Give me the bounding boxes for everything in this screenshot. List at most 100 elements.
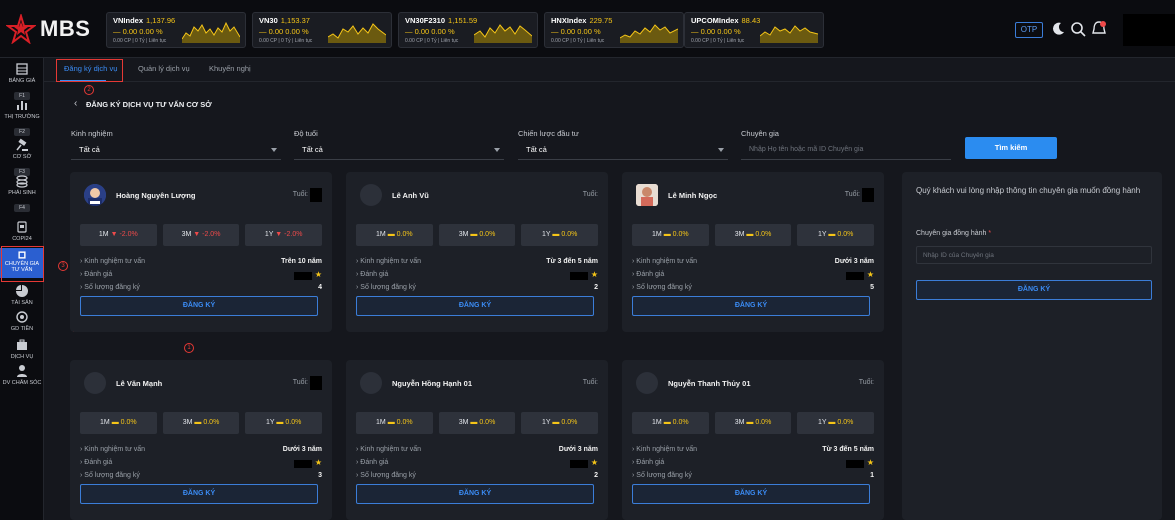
ticker-value: 1,137.96 — [146, 16, 176, 25]
register-button[interactable]: ĐĂNG KÝ — [80, 484, 318, 504]
stat-1y: 1Y ▼ -2.0% — [245, 224, 323, 246]
chevron-down-icon — [271, 148, 277, 152]
avatar — [84, 372, 106, 394]
stat-1m: 1M ▬ 0.0% — [356, 224, 433, 246]
tab-quan-ly-dich-vu[interactable]: Quản lý dịch vụ — [138, 64, 190, 73]
ticker-upcomindex[interactable]: UPCOMIndex 88.43 — 0.00 0.00 % 0.00 CP | … — [684, 12, 824, 48]
customer-care-icon — [17, 365, 27, 377]
filter-age-select[interactable]: Tất cả — [294, 140, 504, 160]
ticker-hnxindex[interactable]: HNXIndex 229.75 — 0.00 0.00 % 0.00 CP | 0… — [544, 12, 684, 48]
panel-message: Quý khách vui lòng nhập thông tin chuyên… — [916, 186, 1141, 195]
stat-1y: 1Y ▬ 0.0% — [797, 412, 875, 434]
sidebar-item-tai-san[interactable]: TÀI SẢN — [0, 284, 44, 306]
tab-khuyen-nghi[interactable]: Khuyến nghị — [209, 64, 251, 73]
sidebar-item-dich-vu[interactable]: DỊCH VỤ — [0, 338, 44, 360]
age-label: Tuổi: — [292, 191, 308, 198]
sidebar-item-gd-tien[interactable]: GD TIỀN — [0, 310, 44, 332]
bell-icon[interactable] — [1090, 20, 1108, 38]
ticker-vnindex[interactable]: VNIndex 1,137.96 — 0.00 0.00 % 0.00 CP | … — [106, 12, 246, 48]
bar-chart-icon — [17, 101, 27, 110]
register-button[interactable]: ĐĂNG KÝ — [80, 296, 318, 316]
ticker-vn30[interactable]: VN30 1,153.37 — 0.00 0.00 % 0.00 CP | 0 T… — [252, 12, 392, 48]
moon-icon[interactable] — [1049, 20, 1067, 38]
money-transfer-icon — [16, 311, 28, 323]
chevron-down-icon — [494, 148, 500, 152]
registrations-row: › Số lượng đăng ký 1 — [632, 472, 874, 479]
mbs-logo[interactable]: MBS — [6, 14, 102, 44]
avatar — [636, 372, 658, 394]
annotation-number: 3 — [58, 261, 68, 271]
otp-button[interactable]: OTP — [1015, 22, 1043, 38]
experience-row: › Kinh nghiệm tư vấn Dưới 3 năm — [356, 446, 598, 453]
expert-card: Nguyễn Hồng Hạnh 01 Tuổi: 1M ▬ 0.0% 3M ▬… — [346, 360, 608, 520]
expert-card: Lê Minh Ngọc Tuổi: 1M ▬ 0.0% 3M ▬ 0.0% 1… — [622, 172, 884, 332]
sidebar-item-thi-truong[interactable]: THỊ TRƯỜNG F2 — [0, 98, 44, 138]
avatar-image-icon — [84, 184, 106, 206]
panel-register-button[interactable]: ĐĂNG KÝ — [916, 280, 1152, 300]
redacted-age — [310, 376, 322, 390]
filter-strategy-select[interactable]: Tất cả — [518, 140, 728, 160]
register-button[interactable]: ĐĂNG KÝ — [356, 484, 594, 504]
performance-stats: 1M ▬ 0.0% 3M ▬ 0.0% 1Y ▬ 0.0% — [356, 412, 599, 434]
search-icon[interactable] — [1069, 20, 1087, 38]
expert-name: Hoàng Nguyên Lượng — [116, 191, 196, 200]
performance-stats: 1M ▼ -2.0% 3M ▼ -2.0% 1Y ▼ -2.0% — [80, 224, 323, 246]
performance-stats: 1M ▬ 0.0% 3M ▬ 0.0% 1Y ▬ 0.0% — [80, 412, 323, 434]
expert-search-input[interactable]: Nhập Họ tên hoặc mã ID Chuyên gia — [741, 140, 951, 160]
gavel-icon — [16, 138, 28, 151]
rating-row: › Đánh giá ★ — [356, 270, 598, 280]
experience-row: › Kinh nghiệm tư vấn Từ 3 đến 5 năm — [356, 258, 598, 265]
avatar-image-icon — [636, 184, 658, 206]
search-button[interactable]: Tìm kiếm — [965, 137, 1057, 159]
user-account-box[interactable] — [1123, 14, 1175, 46]
stat-1y: 1Y ▬ 0.0% — [521, 224, 599, 246]
registrations-row: › Số lượng đăng ký 3 — [80, 472, 322, 479]
registrations-row: › Số lượng đăng ký 2 — [356, 284, 598, 291]
ticker-value: 229.75 — [589, 16, 613, 25]
age-label: Tuổi: — [858, 379, 874, 386]
companion-expert-label: Chuyên gia đồng hành * — [916, 230, 992, 237]
filter-experience-select[interactable]: Tất cả — [71, 140, 281, 160]
ticker-vn30f2310[interactable]: VN30F2310 1,151.59 — 0.00 0.00 % 0.00 CP … — [398, 12, 538, 48]
experience-row: › Kinh nghiệm tư vấn Trên 10 năm — [80, 258, 322, 265]
sparkline-icon — [620, 24, 678, 43]
sidebar-item-co-so[interactable]: CƠ SỞ F3 — [0, 138, 44, 178]
stat-3m: 3M ▬ 0.0% — [162, 412, 240, 434]
stat-3m: 3M ▬ 0.0% — [714, 224, 792, 246]
expert-id-input[interactable]: Nhập ID của Chuyên gia — [916, 246, 1152, 264]
sidebar-item-phai-sinh[interactable]: PHÁI SINH F4 — [0, 174, 44, 214]
pie-chart-icon — [16, 285, 28, 297]
sidebar-item-bang-gia[interactable]: BẢNG GIÁ F1 — [0, 62, 44, 102]
rating-row: › Đánh giá ★ — [632, 270, 874, 280]
stat-1y: 1Y ▬ 0.0% — [797, 224, 875, 246]
age-label: Tuổi: — [582, 379, 598, 386]
star-icon: ★ — [866, 270, 874, 279]
annotation-box-sidebar — [1, 246, 44, 282]
redacted-age — [862, 188, 874, 202]
age-label: Tuổi: — [292, 379, 308, 386]
stat-3m: 3M ▬ 0.0% — [438, 412, 516, 434]
register-button[interactable]: ĐĂNG KÝ — [632, 296, 870, 316]
annotation-box-tab — [56, 59, 123, 82]
sidebar-item-copi24[interactable]: COPI24 — [0, 220, 44, 242]
avatar — [84, 184, 106, 206]
expert-card: Hoàng Nguyên Lượng Tuổi: 1M ▼ -2.0% 3M ▼… — [70, 172, 332, 332]
back-arrow-icon[interactable]: ‹ — [74, 98, 77, 109]
performance-stats: 1M ▬ 0.0% 3M ▬ 0.0% 1Y ▬ 0.0% — [632, 224, 875, 246]
register-button[interactable]: ĐĂNG KÝ — [356, 296, 594, 316]
ticker-value: 1,151.59 — [448, 16, 478, 25]
avatar — [636, 184, 658, 206]
stat-1m: 1M ▬ 0.0% — [632, 224, 709, 246]
rating-row: › Đánh giá ★ — [80, 458, 322, 468]
sidebar-item-dv-cham-soc[interactable]: DV CHĂM SÓC — [0, 364, 44, 386]
registrations-row: › Số lượng đăng ký 5 — [632, 284, 874, 291]
stat-1m: 1M ▬ 0.0% — [356, 412, 433, 434]
redacted-age — [310, 188, 322, 202]
register-button[interactable]: ĐĂNG KÝ — [632, 484, 870, 504]
top-header: MBS VNIndex 1,137.96 — 0.00 0.00 % 0.00 C… — [0, 0, 1175, 58]
ticker-name: VN30F2310 — [405, 16, 446, 25]
star-icon: ★ — [314, 458, 322, 467]
briefcase-icon — [17, 339, 27, 350]
experience-row: › Kinh nghiệm tư vấn Dưới 3 năm — [632, 258, 874, 265]
experience-row: › Kinh nghiệm tư vấn Từ 3 đến 5 năm — [632, 446, 874, 453]
